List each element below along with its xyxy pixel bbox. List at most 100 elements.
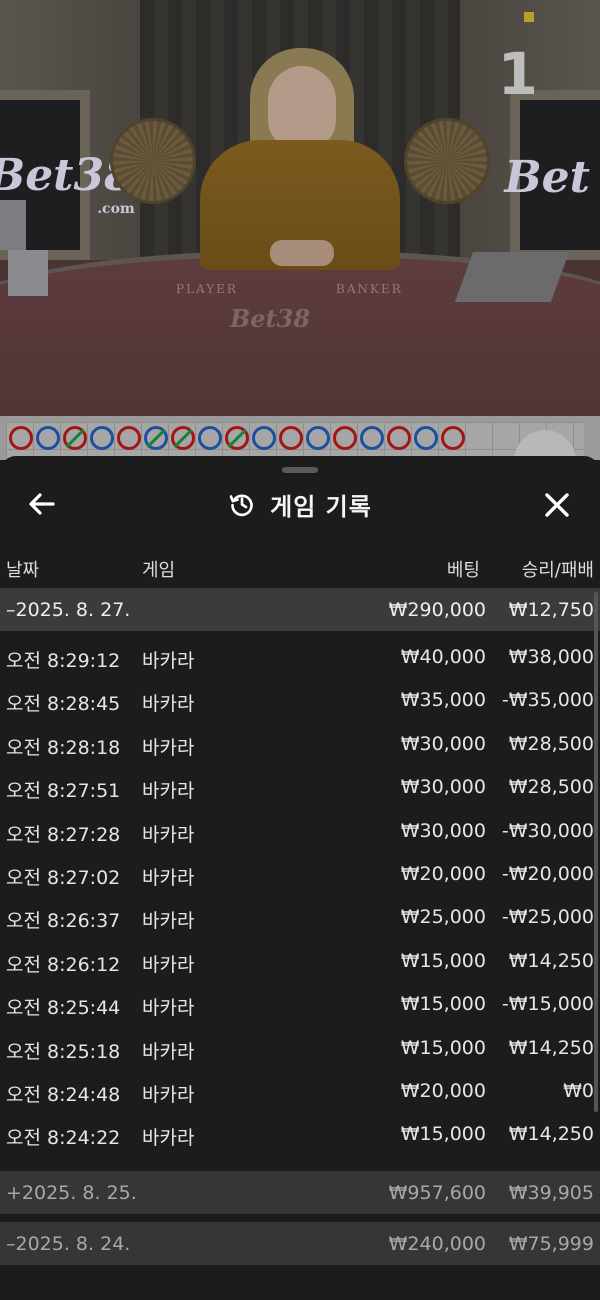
fan-decoration-right	[404, 118, 490, 204]
bead-banker-tie	[63, 426, 87, 450]
bead-banker	[9, 426, 33, 450]
entry-game: 바카라	[142, 866, 195, 889]
dealer-hands	[270, 240, 334, 266]
bead-banker	[333, 426, 357, 450]
entry-time: 오전 8:25:44	[6, 997, 121, 1020]
group-bet-total: ₩290,000	[388, 599, 486, 621]
table-row[interactable]: 오전 8:28:18 바카라 ₩30,000 ₩28,500	[0, 723, 600, 766]
bead-banker-tie	[225, 426, 249, 450]
table-row[interactable]: 오전 8:25:18 바카라 ₩15,000 ₩14,250	[0, 1027, 600, 1070]
date-group-row[interactable]: –2025. 8. 27. ₩290,000 ₩12,750	[0, 588, 600, 631]
entry-game: 바카라	[142, 1040, 195, 1063]
dealer-face	[268, 66, 336, 150]
column-header-date: 날짜	[6, 560, 40, 581]
entry-time: 오전 8:24:22	[6, 1127, 121, 1150]
sheet-header: 게임 기록	[0, 484, 600, 524]
live-video: Bet38 .com Bet 1 PLAYER BANKER Bet38	[0, 0, 600, 416]
entry-bet: ₩30,000	[400, 732, 486, 755]
card-box	[8, 250, 48, 296]
entry-time: 오전 8:27:02	[6, 866, 121, 889]
bead-player	[414, 426, 438, 450]
close-icon	[545, 493, 569, 517]
entry-win-loss: ₩14,250	[508, 1123, 594, 1146]
bead-player	[198, 426, 222, 450]
entry-win-loss: ₩28,500	[508, 732, 594, 755]
group-bet-total: ₩240,000	[388, 1232, 486, 1255]
sheet-drag-handle[interactable]	[282, 467, 318, 473]
bead-road	[0, 416, 600, 492]
felt-player-label: PLAYER	[176, 282, 238, 296]
column-header-game: 게임	[142, 560, 176, 581]
history-list: –2025. 8. 27. ₩290,000 ₩12,750 오전 8:29:12 바카…	[0, 588, 600, 1265]
entry-win-loss: -₩30,000	[501, 819, 594, 842]
entry-win-loss: ₩28,500	[508, 776, 594, 799]
group-gap	[0, 1214, 600, 1222]
bead-player-tie	[144, 426, 168, 450]
table-row[interactable]: 오전 8:26:37 바카라 ₩25,000 -₩25,000	[0, 896, 600, 939]
entry-win-loss: ₩14,250	[508, 949, 594, 972]
bead-banker-tie	[171, 426, 195, 450]
entry-game: 바카라	[142, 650, 195, 672]
entry-time: 오전 8:28:18	[6, 736, 121, 759]
entry-time: 오전 8:28:45	[6, 693, 121, 716]
felt-banker-label: BANKER	[336, 282, 403, 296]
entry-bet: ₩15,000	[400, 993, 486, 1016]
table-row[interactable]: 오전 8:29:12 바카라 ₩40,000 ₩38,000	[0, 636, 600, 679]
entry-game: 바카라	[142, 693, 195, 716]
round-indicator	[524, 12, 534, 22]
entry-win-loss: -₩20,000	[501, 862, 594, 885]
date-group-row[interactable]: –2025. 8. 24. ₩240,000 ₩75,999	[0, 1221, 600, 1265]
table-row[interactable]: 오전 8:24:22 바카라 ₩15,000 ₩14,250	[0, 1113, 600, 1156]
table-row[interactable]: 오전 8:27:28 바카라 ₩30,000 -₩30,000	[0, 810, 600, 853]
table-header: 날짜 게임 베팅 승리/패배	[0, 544, 600, 588]
entry-bet: ₩15,000	[400, 1036, 486, 1059]
entry-time: 오전 8:26:37	[6, 910, 121, 933]
bead-banker	[117, 426, 141, 450]
card-shoe	[454, 252, 570, 302]
bead-player	[306, 426, 330, 450]
column-header-bet: 베팅	[446, 560, 480, 581]
entry-win-loss: -₩35,000	[501, 689, 594, 712]
fan-decoration-left	[110, 118, 196, 204]
bead-banker	[279, 426, 303, 450]
entry-game: 바카라	[142, 736, 195, 759]
bead-banker	[387, 426, 411, 450]
scrollbar[interactable]	[594, 592, 598, 1112]
entry-game: 바카라	[142, 1127, 195, 1150]
group-win-loss-total: ₩39,905	[508, 1181, 594, 1204]
page-title: 게임 기록	[270, 492, 372, 521]
entry-game: 바카라	[142, 910, 195, 933]
entry-game: 바카라	[142, 823, 195, 846]
entry-win-loss: ₩14,250	[508, 1036, 594, 1059]
entry-time: 오전 8:26:12	[6, 953, 121, 976]
table-row[interactable]: 오전 8:27:02 바카라 ₩20,000 -₩20,000	[0, 853, 600, 896]
date-group-row[interactable]: +2025. 8. 25. ₩957,600 ₩39,905	[0, 1170, 600, 1214]
group-date: –2025. 8. 27.	[6, 599, 131, 621]
table-row[interactable]: 오전 8:28:45 바카라 ₩35,000 -₩35,000	[0, 679, 600, 722]
entry-time: 오전 8:24:48	[6, 1083, 121, 1106]
table-row[interactable]: 오전 8:25:44 바카라 ₩15,000 -₩15,000	[0, 983, 600, 1026]
group-bet-total: ₩957,600	[388, 1181, 486, 1204]
entry-time: 오전 8:27:28	[6, 823, 121, 846]
group-win-loss-total: ₩12,750	[508, 599, 594, 621]
group-date: +2025. 8. 25.	[6, 1181, 137, 1204]
group-gap	[0, 1163, 600, 1171]
entry-game: 바카라	[142, 953, 195, 976]
bead-player	[90, 426, 114, 450]
bead-player	[252, 426, 276, 450]
table-row[interactable]: 오전 8:24:48 바카라 ₩20,000 ₩0	[0, 1070, 600, 1113]
entry-game: 바카라	[142, 1083, 195, 1106]
table-row[interactable]: 오전 8:27:51 바카라 ₩30,000 ₩28,500	[0, 766, 600, 809]
entry-bet: ₩40,000	[400, 646, 486, 668]
game-history-sheet: 게임 기록 날짜 게임 베팅 승리/패배 –2025. 8. 27. ₩290,0…	[0, 456, 600, 1300]
round-number: 1	[497, 40, 538, 108]
entry-bet: ₩30,000	[400, 776, 486, 799]
bead-banker	[441, 426, 465, 450]
table-row[interactable]: 오전 8:26:12 바카라 ₩15,000 ₩14,250	[0, 940, 600, 983]
entry-bet: ₩25,000	[400, 906, 486, 929]
bead-player	[360, 426, 384, 450]
entry-time: 오전 8:29:12	[6, 650, 121, 672]
felt-brand-logo: Bet38	[230, 304, 311, 333]
close-button[interactable]	[540, 488, 574, 522]
entry-bet: ₩15,000	[400, 1123, 486, 1146]
